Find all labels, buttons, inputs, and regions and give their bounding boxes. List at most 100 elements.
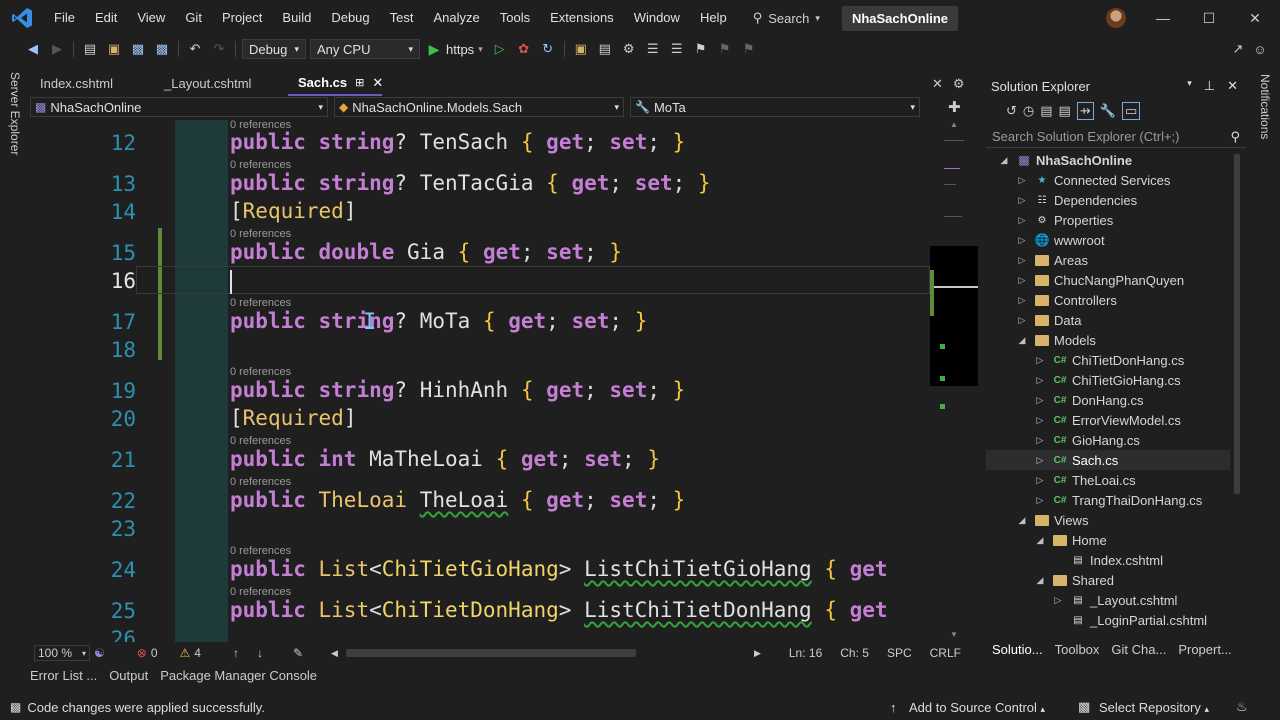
solution-explorer-search[interactable]: Search Solution Explorer (Ctrl+;) ⚲ xyxy=(986,126,1246,148)
scroll-up-icon[interactable]: ▲ xyxy=(950,120,958,130)
codelens-references[interactable]: 0 references xyxy=(230,228,291,240)
notifications-bell-icon[interactable]: ♨ xyxy=(1236,699,1248,715)
tree-item[interactable]: ▷ C# Sach.cs xyxy=(986,450,1230,470)
arrow-down-icon[interactable]: ↓ xyxy=(257,646,263,660)
menu-item-view[interactable]: View xyxy=(127,0,175,36)
tree-item[interactable]: ▷ C# ChiTietDonHang.cs xyxy=(986,350,1230,370)
warning-icon[interactable]: ⚠ xyxy=(180,646,191,660)
folder-icon[interactable]: ▣ xyxy=(572,40,590,58)
save-icon[interactable]: ▩ xyxy=(129,40,147,58)
scrollbar-map[interactable]: ▲ ▼ xyxy=(930,120,978,642)
document-tab[interactable]: Sach.cs ⊞ ✕ xyxy=(288,71,383,96)
hot-reload-icon[interactable]: ✿ xyxy=(515,40,533,58)
code-cleanup-icon[interactable]: ✎ xyxy=(293,646,303,660)
menu-item-file[interactable]: File xyxy=(44,0,85,36)
tree-scrollbar[interactable] xyxy=(1234,154,1240,494)
code-line[interactable]: public string? HinhAnh { get; set; } xyxy=(230,378,685,402)
search-box[interactable]: ⚲ Search ▾ xyxy=(753,10,820,26)
show-all-files-icon[interactable]: ▤ xyxy=(1059,103,1071,119)
back-icon[interactable]: ◀ xyxy=(24,40,42,58)
forward-icon[interactable]: ▶ xyxy=(48,40,66,58)
codelens-references[interactable]: 0 references xyxy=(230,435,291,447)
class-dropdown[interactable]: ◆ NhaSachOnline.Models.Sach ▾ xyxy=(334,97,624,117)
sync-icon[interactable]: ↺ xyxy=(1006,103,1017,119)
codelens-references[interactable]: 0 references xyxy=(230,297,291,309)
collapsed-arrow-icon[interactable]: ▷ xyxy=(1016,235,1028,246)
tree-item[interactable]: ◢ ▩ NhaSachOnline xyxy=(986,150,1230,170)
pin-icon[interactable]: ⊞ xyxy=(355,71,364,95)
gear-icon[interactable]: ⚙ xyxy=(953,76,965,92)
close-window-button[interactable]: ✕ xyxy=(1232,0,1278,36)
collapsed-arrow-icon[interactable]: ▷ xyxy=(1016,275,1028,286)
codelens-references[interactable]: 0 references xyxy=(230,476,291,488)
codelens-references[interactable]: 0 references xyxy=(230,366,291,378)
scroll-down-icon[interactable]: ▼ xyxy=(950,630,958,639)
redo-icon[interactable]: ↷ xyxy=(210,40,228,58)
column-indicator[interactable]: Ch: 5 xyxy=(840,646,869,660)
code-line[interactable]: [Required] xyxy=(230,199,356,223)
menu-item-test[interactable]: Test xyxy=(380,0,424,36)
tree-item[interactable]: ▷ ★ Connected Services xyxy=(986,170,1230,190)
code-line[interactable]: public List<ChiTietDonHang> ListChiTietD… xyxy=(230,598,888,622)
tree-item[interactable]: ▷ Data xyxy=(986,310,1230,330)
save-all-icon[interactable]: ▩ xyxy=(153,40,171,58)
add-to-source-control-button[interactable]: Add to Source Control ▴ xyxy=(909,700,1045,715)
member-dropdown[interactable]: 🔧 MoTa ▾ xyxy=(630,97,920,117)
tool-window-tab[interactable]: Toolbox xyxy=(1055,642,1100,662)
collapsed-arrow-icon[interactable]: ▷ xyxy=(1052,595,1064,606)
tree-item[interactable]: ▤ Index.cshtml xyxy=(986,550,1230,570)
open-folder-icon[interactable]: ▣ xyxy=(105,40,123,58)
tree-item[interactable]: ◢ Views xyxy=(986,510,1230,530)
maximize-button[interactable]: ☐ xyxy=(1186,0,1232,36)
menu-item-extensions[interactable]: Extensions xyxy=(540,0,624,36)
tree-item[interactable]: ◢ Shared xyxy=(986,570,1230,590)
code-editor[interactable]: 0 references 12 public string? TenSach {… xyxy=(30,120,930,642)
code-line[interactable]: [Required] xyxy=(230,406,356,430)
tree-item[interactable]: ▷ Controllers xyxy=(986,290,1230,310)
select-repository-button[interactable]: Select Repository ▴ xyxy=(1099,700,1209,715)
avatar[interactable] xyxy=(1106,8,1126,28)
menu-item-build[interactable]: Build xyxy=(272,0,321,36)
code-line[interactable]: public TheLoai TheLoai { get; set; } xyxy=(230,488,685,512)
document-tab[interactable]: _Layout.cshtml xyxy=(154,72,288,96)
server-explorer-tab[interactable]: Server Explorer xyxy=(8,72,22,155)
close-icon[interactable]: ✕ xyxy=(932,76,943,92)
split-editor-icon[interactable]: ✚ xyxy=(948,98,961,116)
bookmark-next-icon[interactable]: ⚑ xyxy=(740,40,758,58)
codelens-references[interactable]: 0 references xyxy=(230,586,291,598)
menu-item-project[interactable]: Project xyxy=(212,0,272,36)
tree-item[interactable]: ▷ ChucNangPhanQuyen xyxy=(986,270,1230,290)
collapse-all-icon[interactable]: ▤ xyxy=(1040,103,1052,119)
comment-icon[interactable]: ☰ xyxy=(668,40,686,58)
collapsed-arrow-icon[interactable]: ▷ xyxy=(1034,475,1046,486)
tree-item[interactable]: ◢ Home xyxy=(986,530,1230,550)
visual-studio-logo-icon[interactable] xyxy=(10,6,34,30)
tree-item[interactable]: ▷ ☷ Dependencies xyxy=(986,190,1230,210)
code-line[interactable]: public int MaTheLoai { get; set; } xyxy=(230,447,660,471)
collapsed-arrow-icon[interactable]: ▷ xyxy=(1034,455,1046,466)
run-profile-label[interactable]: https xyxy=(446,42,474,57)
tool-window-tab[interactable]: Solutio... xyxy=(992,642,1043,662)
window-layout-icon[interactable]: ▤ xyxy=(596,40,614,58)
code-line[interactable]: public string? TenTacGia { get; set; } xyxy=(230,171,711,195)
zoom-select[interactable]: 100 % ▾ xyxy=(34,645,90,661)
new-project-icon[interactable]: ▤ xyxy=(81,40,99,58)
tree-item[interactable]: ▷ C# ErrorViewModel.cs xyxy=(986,410,1230,430)
menu-item-window[interactable]: Window xyxy=(624,0,690,36)
start-debugging-icon[interactable]: ▶ xyxy=(425,40,443,58)
code-line[interactable]: public string? MoTa { get; set; } xyxy=(230,309,647,333)
filter-icon[interactable]: ⇸ xyxy=(1076,102,1094,120)
undo-icon[interactable]: ↶ xyxy=(186,40,204,58)
indentation-indicator[interactable]: SPC xyxy=(887,646,912,660)
collapsed-arrow-icon[interactable]: ▷ xyxy=(1034,415,1046,426)
tree-item[interactable]: ▷ ⚙ Properties xyxy=(986,210,1230,230)
start-without-debugging-icon[interactable]: ▷ xyxy=(491,40,509,58)
tree-item[interactable]: ▷ C# DonHang.cs xyxy=(986,390,1230,410)
bottom-tab[interactable]: Error List ... xyxy=(30,668,97,688)
tree-item[interactable]: ▷ 🌐 wwwroot xyxy=(986,230,1230,250)
expanded-arrow-icon[interactable]: ◢ xyxy=(998,155,1010,166)
menu-item-git[interactable]: Git xyxy=(175,0,212,36)
horizontal-scrollbar[interactable] xyxy=(345,649,636,657)
collapsed-arrow-icon[interactable]: ▷ xyxy=(1034,355,1046,366)
collapsed-arrow-icon[interactable]: ▷ xyxy=(1034,395,1046,406)
